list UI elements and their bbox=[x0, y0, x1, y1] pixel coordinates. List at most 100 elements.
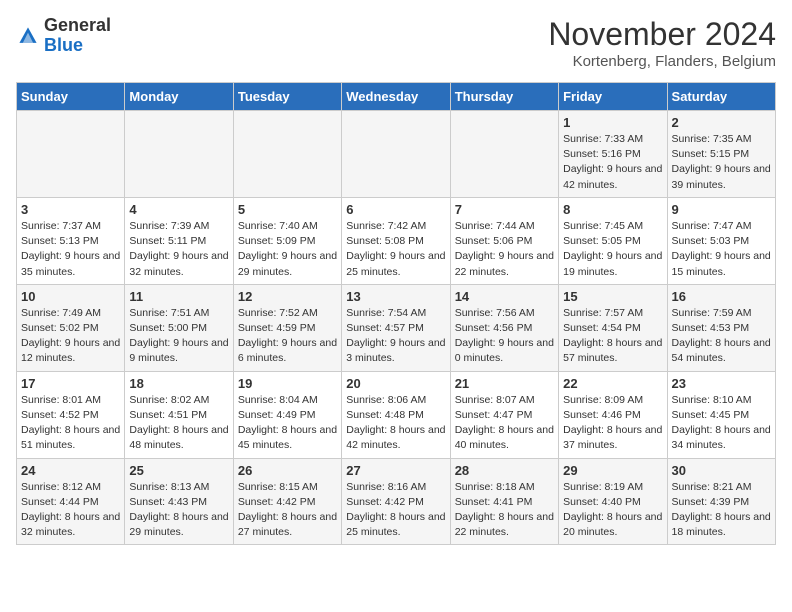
calendar-cell bbox=[342, 111, 450, 198]
calendar-cell: 2 Sunrise: 7:35 AMSunset: 5:15 PMDaylight… bbox=[667, 111, 775, 198]
calendar-cell: 24 Sunrise: 8:12 AMSunset: 4:44 PMDayligh… bbox=[17, 458, 125, 545]
day-info: Sunrise: 7:49 AMSunset: 5:02 PMDaylight:… bbox=[21, 306, 120, 367]
day-info: Sunrise: 7:47 AMSunset: 5:03 PMDaylight:… bbox=[672, 219, 771, 280]
day-info: Sunrise: 8:01 AMSunset: 4:52 PMDaylight:… bbox=[21, 393, 120, 454]
calendar-cell: 15Sunrise: 7:57 AMSunset: 4:54 PMDayligh… bbox=[559, 284, 667, 371]
day-number: 1 bbox=[563, 115, 662, 130]
calendar-cell bbox=[17, 111, 125, 198]
month-title: November 2024 bbox=[548, 16, 776, 53]
day-number: 15 bbox=[563, 289, 662, 304]
calendar-cell bbox=[125, 111, 233, 198]
day-info: Sunrise: 8:13 AMSunset: 4:43 PMDaylight:… bbox=[129, 480, 228, 541]
day-number: 27 bbox=[346, 463, 445, 478]
calendar-cell: 17 Sunrise: 8:01 AMSunset: 4:52 PMDayligh… bbox=[17, 371, 125, 458]
day-info: Sunrise: 7:45 AMSunset: 5:05 PMDaylight:… bbox=[563, 219, 662, 280]
day-number: 3 bbox=[21, 202, 120, 217]
day-info: Sunrise: 7:35 AMSunset: 5:15 PMDaylight:… bbox=[672, 132, 771, 193]
logo: General Blue bbox=[16, 16, 111, 56]
day-number: 17 bbox=[21, 376, 120, 391]
calendar-table: SundayMondayTuesdayWednesdayThursdayFrid… bbox=[16, 82, 776, 545]
calendar-week-5: 24 Sunrise: 8:12 AMSunset: 4:44 PMDayligh… bbox=[17, 458, 776, 545]
day-number: 25 bbox=[129, 463, 228, 478]
day-info: Sunrise: 7:59 AMSunset: 4:53 PMDaylight:… bbox=[672, 306, 771, 367]
day-info: Sunrise: 7:51 AMSunset: 5:00 PMDaylight:… bbox=[129, 306, 228, 367]
calendar-cell: 10 Sunrise: 7:49 AMSunset: 5:02 PMDayligh… bbox=[17, 284, 125, 371]
logo-text: General Blue bbox=[44, 16, 111, 56]
calendar-cell: 5Sunrise: 7:40 AMSunset: 5:09 PMDaylight… bbox=[233, 197, 341, 284]
logo-general: General bbox=[44, 15, 111, 35]
day-number: 23 bbox=[672, 376, 771, 391]
day-number: 9 bbox=[672, 202, 771, 217]
calendar-cell: 1 Sunrise: 7:33 AMSunset: 5:16 PMDaylight… bbox=[559, 111, 667, 198]
calendar-cell: 9 Sunrise: 7:47 AMSunset: 5:03 PMDaylight… bbox=[667, 197, 775, 284]
day-info: Sunrise: 7:37 AMSunset: 5:13 PMDaylight:… bbox=[21, 219, 120, 280]
day-number: 6 bbox=[346, 202, 445, 217]
calendar-cell: 22 Sunrise: 8:09 AMSunset: 4:46 PMDayligh… bbox=[559, 371, 667, 458]
day-header-sunday: Sunday bbox=[17, 83, 125, 111]
day-info: Sunrise: 7:54 AMSunset: 4:57 PMDaylight:… bbox=[346, 306, 445, 367]
day-info: Sunrise: 8:18 AMSunset: 4:41 PMDaylight:… bbox=[455, 480, 554, 541]
day-number: 13 bbox=[346, 289, 445, 304]
day-info: Sunrise: 8:04 AMSunset: 4:49 PMDaylight:… bbox=[238, 393, 337, 454]
day-info: Sunrise: 7:44 AMSunset: 5:06 PMDaylight:… bbox=[455, 219, 554, 280]
calendar-cell: 11 Sunrise: 7:51 AMSunset: 5:00 PMDayligh… bbox=[125, 284, 233, 371]
day-number: 20 bbox=[346, 376, 445, 391]
day-number: 11 bbox=[129, 289, 228, 304]
day-number: 30 bbox=[672, 463, 771, 478]
day-header-monday: Monday bbox=[125, 83, 233, 111]
calendar-cell: 27 Sunrise: 8:16 AMSunset: 4:42 PMDayligh… bbox=[342, 458, 450, 545]
day-info: Sunrise: 7:39 AMSunset: 5:11 PMDaylight:… bbox=[129, 219, 228, 280]
calendar-cell: 19Sunrise: 8:04 AMSunset: 4:49 PMDayligh… bbox=[233, 371, 341, 458]
day-number: 2 bbox=[672, 115, 771, 130]
calendar-cell: 12Sunrise: 7:52 AMSunset: 4:59 PMDayligh… bbox=[233, 284, 341, 371]
page-header: General Blue November 2024 Kortenberg, F… bbox=[16, 16, 776, 70]
day-info: Sunrise: 7:33 AMSunset: 5:16 PMDaylight:… bbox=[563, 132, 662, 193]
day-number: 21 bbox=[455, 376, 554, 391]
calendar-cell: 4 Sunrise: 7:39 AMSunset: 5:11 PMDaylight… bbox=[125, 197, 233, 284]
calendar-cell: 3 Sunrise: 7:37 AMSunset: 5:13 PMDaylight… bbox=[17, 197, 125, 284]
calendar-cell: 7Sunrise: 7:44 AMSunset: 5:06 PMDaylight… bbox=[450, 197, 558, 284]
calendar-week-2: 3 Sunrise: 7:37 AMSunset: 5:13 PMDaylight… bbox=[17, 197, 776, 284]
day-number: 18 bbox=[129, 376, 228, 391]
day-header-thursday: Thursday bbox=[450, 83, 558, 111]
day-header-saturday: Saturday bbox=[667, 83, 775, 111]
day-number: 5 bbox=[238, 202, 337, 217]
calendar-cell: 28 Sunrise: 8:18 AMSunset: 4:41 PMDayligh… bbox=[450, 458, 558, 545]
calendar-cell bbox=[233, 111, 341, 198]
calendar-cell: 14 Sunrise: 7:56 AMSunset: 4:56 PMDayligh… bbox=[450, 284, 558, 371]
day-number: 24 bbox=[21, 463, 120, 478]
day-info: Sunrise: 8:16 AMSunset: 4:42 PMDaylight:… bbox=[346, 480, 445, 541]
calendar-cell: 8 Sunrise: 7:45 AMSunset: 5:05 PMDaylight… bbox=[559, 197, 667, 284]
logo-blue: Blue bbox=[44, 35, 83, 55]
day-number: 22 bbox=[563, 376, 662, 391]
day-number: 16 bbox=[672, 289, 771, 304]
calendar-cell: 30Sunrise: 8:21 AMSunset: 4:39 PMDayligh… bbox=[667, 458, 775, 545]
calendar-cell: 13 Sunrise: 7:54 AMSunset: 4:57 PMDayligh… bbox=[342, 284, 450, 371]
location: Kortenberg, Flanders, Belgium bbox=[548, 53, 776, 70]
calendar-cell: 20 Sunrise: 8:06 AMSunset: 4:48 PMDayligh… bbox=[342, 371, 450, 458]
day-info: Sunrise: 8:09 AMSunset: 4:46 PMDaylight:… bbox=[563, 393, 662, 454]
calendar-cell: 23Sunrise: 8:10 AMSunset: 4:45 PMDayligh… bbox=[667, 371, 775, 458]
calendar-cell: 16 Sunrise: 7:59 AMSunset: 4:53 PMDayligh… bbox=[667, 284, 775, 371]
calendar-cell: 6 Sunrise: 7:42 AMSunset: 5:08 PMDaylight… bbox=[342, 197, 450, 284]
day-number: 14 bbox=[455, 289, 554, 304]
day-info: Sunrise: 7:52 AMSunset: 4:59 PMDaylight:… bbox=[238, 306, 337, 367]
day-number: 10 bbox=[21, 289, 120, 304]
title-block: November 2024 Kortenberg, Flanders, Belg… bbox=[548, 16, 776, 70]
calendar-week-3: 10 Sunrise: 7:49 AMSunset: 5:02 PMDayligh… bbox=[17, 284, 776, 371]
day-number: 26 bbox=[238, 463, 337, 478]
calendar-header-row: SundayMondayTuesdayWednesdayThursdayFrid… bbox=[17, 83, 776, 111]
day-info: Sunrise: 7:42 AMSunset: 5:08 PMDaylight:… bbox=[346, 219, 445, 280]
day-number: 28 bbox=[455, 463, 554, 478]
day-header-tuesday: Tuesday bbox=[233, 83, 341, 111]
day-number: 4 bbox=[129, 202, 228, 217]
day-number: 29 bbox=[563, 463, 662, 478]
calendar-cell: 26 Sunrise: 8:15 AMSunset: 4:42 PMDayligh… bbox=[233, 458, 341, 545]
day-info: Sunrise: 8:07 AMSunset: 4:47 PMDaylight:… bbox=[455, 393, 554, 454]
day-info: Sunrise: 8:12 AMSunset: 4:44 PMDaylight:… bbox=[21, 480, 120, 541]
logo-icon bbox=[16, 24, 40, 48]
day-info: Sunrise: 8:15 AMSunset: 4:42 PMDaylight:… bbox=[238, 480, 337, 541]
day-number: 8 bbox=[563, 202, 662, 217]
day-info: Sunrise: 8:06 AMSunset: 4:48 PMDaylight:… bbox=[346, 393, 445, 454]
day-info: Sunrise: 7:56 AMSunset: 4:56 PMDaylight:… bbox=[455, 306, 554, 367]
